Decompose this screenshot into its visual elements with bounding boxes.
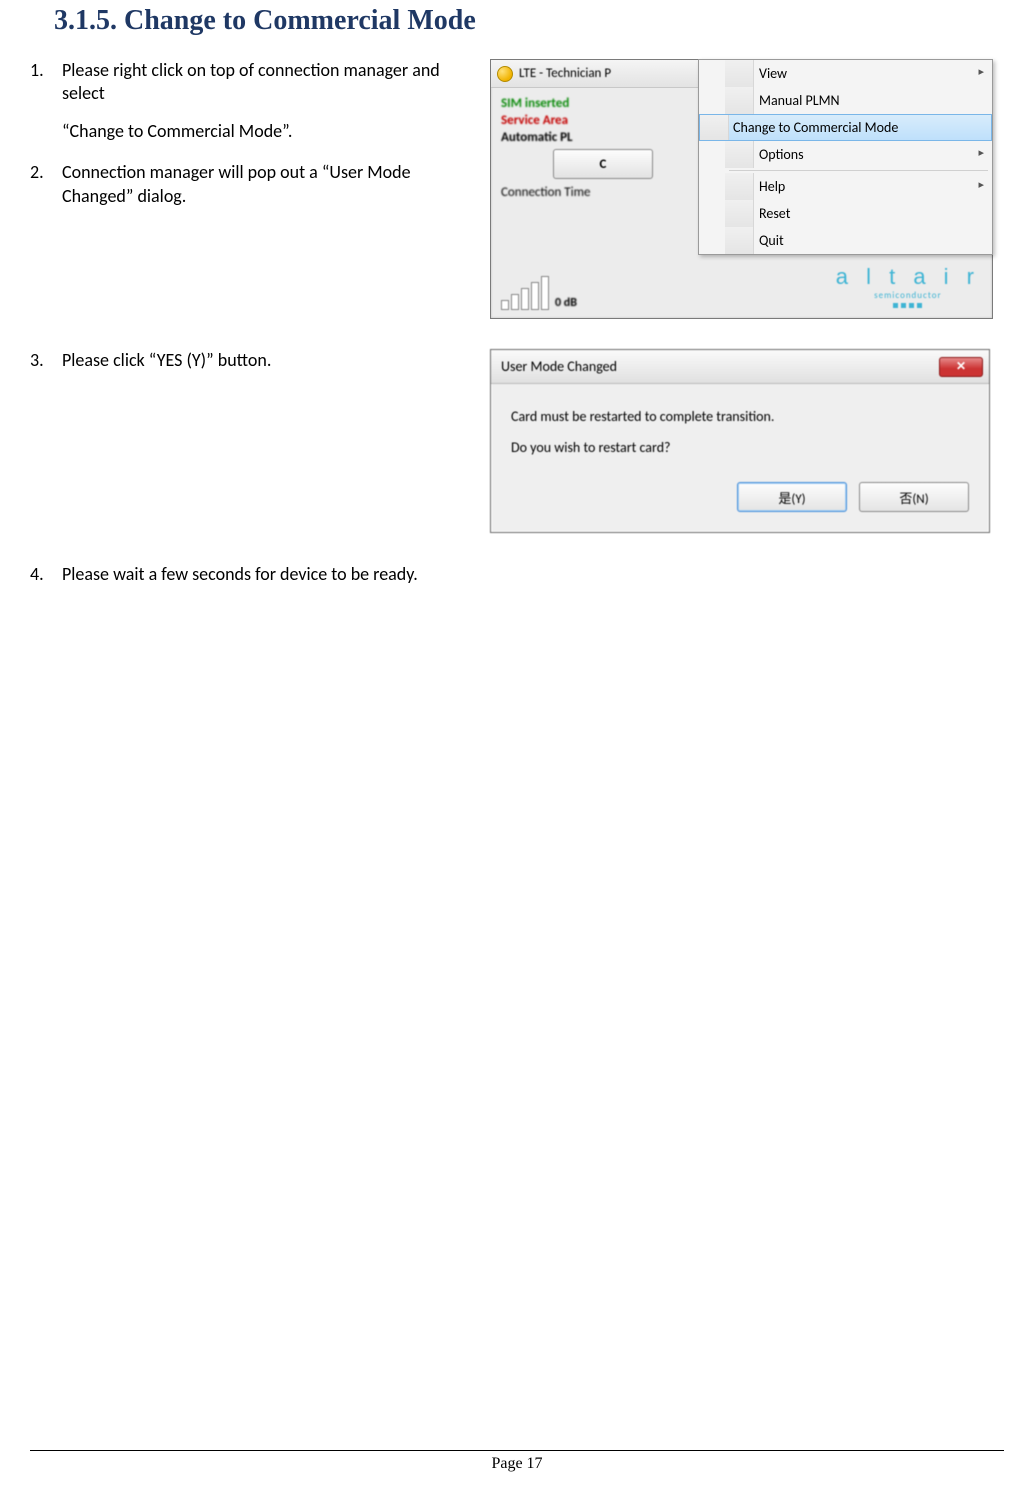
step-body: Please wait a few seconds for device to … [62, 563, 472, 586]
signal-bars-icon [501, 276, 549, 310]
no-button[interactable]: 否(N) [859, 482, 969, 512]
step-number: 2. [30, 161, 62, 208]
step-text: “Change to Commercial Mode”. [62, 120, 472, 143]
step-text: Please click “YES (Y)” button. [62, 349, 472, 372]
connect-button[interactable]: C [553, 149, 653, 179]
menu-item-manual-plmn[interactable]: Manual PLMN [699, 87, 992, 114]
page-number: Page 17 [491, 1455, 542, 1472]
close-icon: ✕ [956, 359, 966, 374]
step-number: 1. [30, 59, 62, 143]
connect-button-label: C [600, 157, 607, 172]
step-body: Please click “YES (Y)” button. [62, 349, 472, 372]
logo-sub: semiconductor [836, 290, 980, 301]
step-body: Connection manager will pop out a “User … [62, 161, 472, 208]
menu-separator [729, 170, 988, 171]
menu-item-options[interactable]: Options [699, 141, 992, 168]
signal-value: 0 dB [555, 296, 577, 310]
section-heading: 3.1.5. Change to Commercial Mode [54, 0, 1004, 37]
dialog-message-line1: Card must be restarted to complete trans… [511, 408, 969, 425]
step-text: Connection manager will pop out a “User … [62, 161, 472, 208]
user-mode-changed-dialog: User Mode Changed ✕ Card must be restart… [490, 349, 990, 533]
yes-button[interactable]: 是(Y) [737, 482, 847, 512]
menu-item-change-commercial[interactable]: Change to Commercial Mode [699, 114, 992, 141]
dialog-message-line2: Do you wish to restart card? [511, 439, 969, 456]
menu-item-reset[interactable]: Reset [699, 200, 992, 227]
menu-item-quit[interactable]: Quit [699, 227, 992, 254]
dialog-title-text: User Mode Changed [501, 358, 617, 375]
menu-item-help[interactable]: Help [699, 173, 992, 200]
heading-title: Change to Commercial Mode [124, 5, 476, 36]
menu-item-view[interactable]: View [699, 60, 992, 87]
connection-manager-window: LTE - Technician P SIM inserted Service … [490, 59, 993, 319]
window-title: LTE - Technician P [519, 66, 611, 81]
dialog-titlebar: User Mode Changed ✕ [491, 350, 989, 384]
step-text: Please wait a few seconds for device to … [62, 563, 472, 586]
step-text: Please right click on top of connection … [62, 59, 472, 106]
close-button[interactable]: ✕ [939, 357, 983, 377]
heading-number: 3.1.5. [54, 5, 117, 36]
context-menu: View Manual PLMN Change to Commercial Mo… [698, 59, 993, 255]
step-number: 4. [30, 563, 62, 586]
signal-strength: 0 dB [501, 276, 577, 310]
altair-logo: a l t a i r semiconductor [836, 264, 980, 308]
logo-main: a l t a i r [836, 264, 980, 290]
app-icon [497, 66, 513, 82]
step-number: 3. [30, 349, 62, 372]
no-button-label: 否(N) [899, 488, 928, 507]
step-body: Please right click on top of connection … [62, 59, 472, 143]
yes-button-label: 是(Y) [778, 488, 805, 507]
page-footer: Page 17 [30, 1450, 1004, 1473]
